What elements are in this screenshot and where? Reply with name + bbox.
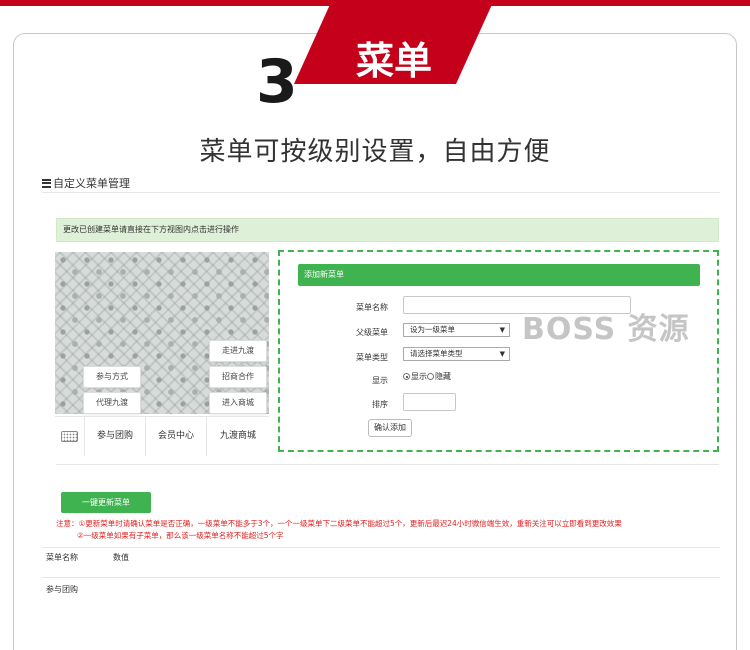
order-label: 排序 <box>372 400 388 409</box>
main-menu-item[interactable]: 会员中心 <box>146 417 207 456</box>
hide-radio-label: 隐藏 <box>435 372 451 381</box>
menu-type-value: 请选择菜单类型 <box>410 349 463 358</box>
name-label: 菜单名称 <box>356 303 388 312</box>
parent-label: 父级菜单 <box>356 328 388 337</box>
keyboard-icon <box>61 431 78 442</box>
update-menu-button[interactable]: 一键更新菜单 <box>61 492 151 513</box>
section-title-label: 自定义菜单管理 <box>53 177 130 190</box>
submenu-item[interactable]: 参与方式 <box>83 366 141 388</box>
parent-menu-select[interactable]: 设为一级菜单 ▼ <box>403 323 510 337</box>
confirm-add-button[interactable]: 确认添加 <box>368 419 412 437</box>
display-label: 显示 <box>372 376 388 385</box>
divider <box>42 192 720 193</box>
menu-type-select[interactable]: 请选择菜单类型 ▼ <box>403 347 510 361</box>
divider <box>42 577 720 578</box>
display-radio-group: 显示 隐藏 <box>403 371 451 382</box>
notice-bar: 更改已创建菜单请直接在下方视图内点击进行操作 <box>56 218 719 242</box>
table-row: 参与团购 <box>46 585 78 594</box>
table-header-name: 菜单名称 <box>46 553 78 562</box>
divider <box>56 464 719 465</box>
main-menu-item[interactable]: 参与团购 <box>85 417 146 456</box>
dropdown-caret-icon: ▼ <box>499 326 505 334</box>
note-line: 注意：①更新菜单时请确认菜单是否正确，一级菜单不能多于3个，一个一级菜单下二级菜… <box>56 519 622 528</box>
parent-menu-value: 设为一级菜单 <box>410 325 455 334</box>
type-label: 菜单类型 <box>356 353 388 362</box>
submenu-item[interactable]: 进入商城 <box>209 392 267 414</box>
hide-radio[interactable] <box>427 373 434 380</box>
step-number: 3 <box>256 47 298 117</box>
main-menu-item[interactable]: 九渡商城 <box>207 417 269 456</box>
add-menu-form: 添加新菜单 菜单名称 父级菜单 设为一级菜单 ▼ 菜单类型 请选择菜单类型 ▼ … <box>278 250 719 452</box>
page-headline: 菜单可按级别设置，自由方便 <box>199 137 551 167</box>
order-input[interactable] <box>403 393 456 411</box>
submenu-item[interactable]: 代理九渡 <box>83 392 141 414</box>
note-line: ②一级菜单如果有子菜单，那么该一级菜单名称不能超过5个字 <box>77 531 284 540</box>
keyboard-toggle[interactable] <box>55 417 85 456</box>
table-header-value: 数值 <box>113 553 129 562</box>
list-icon <box>42 178 51 188</box>
submenu-item[interactable]: 走进九渡 <box>209 340 267 362</box>
show-radio-label: 显示 <box>411 372 427 381</box>
form-header: 添加新菜单 <box>298 264 700 286</box>
watermark: BOSS 资源 <box>522 312 690 347</box>
phone-menu-preview: 走进九渡 招商合作 进入商城 参与方式 代理九渡 参与团购 会员中心 九渡商城 <box>55 252 269 456</box>
section-title: 自定义菜单管理 <box>42 175 130 191</box>
dropdown-caret-icon: ▼ <box>499 350 505 358</box>
preview-background <box>55 252 269 414</box>
submenu-item[interactable]: 招商合作 <box>209 366 267 388</box>
phone-bottom-bar: 参与团购 会员中心 九渡商城 <box>55 416 269 456</box>
banner-title: 菜单 <box>355 39 432 83</box>
divider <box>42 547 720 548</box>
show-radio[interactable] <box>403 373 410 380</box>
